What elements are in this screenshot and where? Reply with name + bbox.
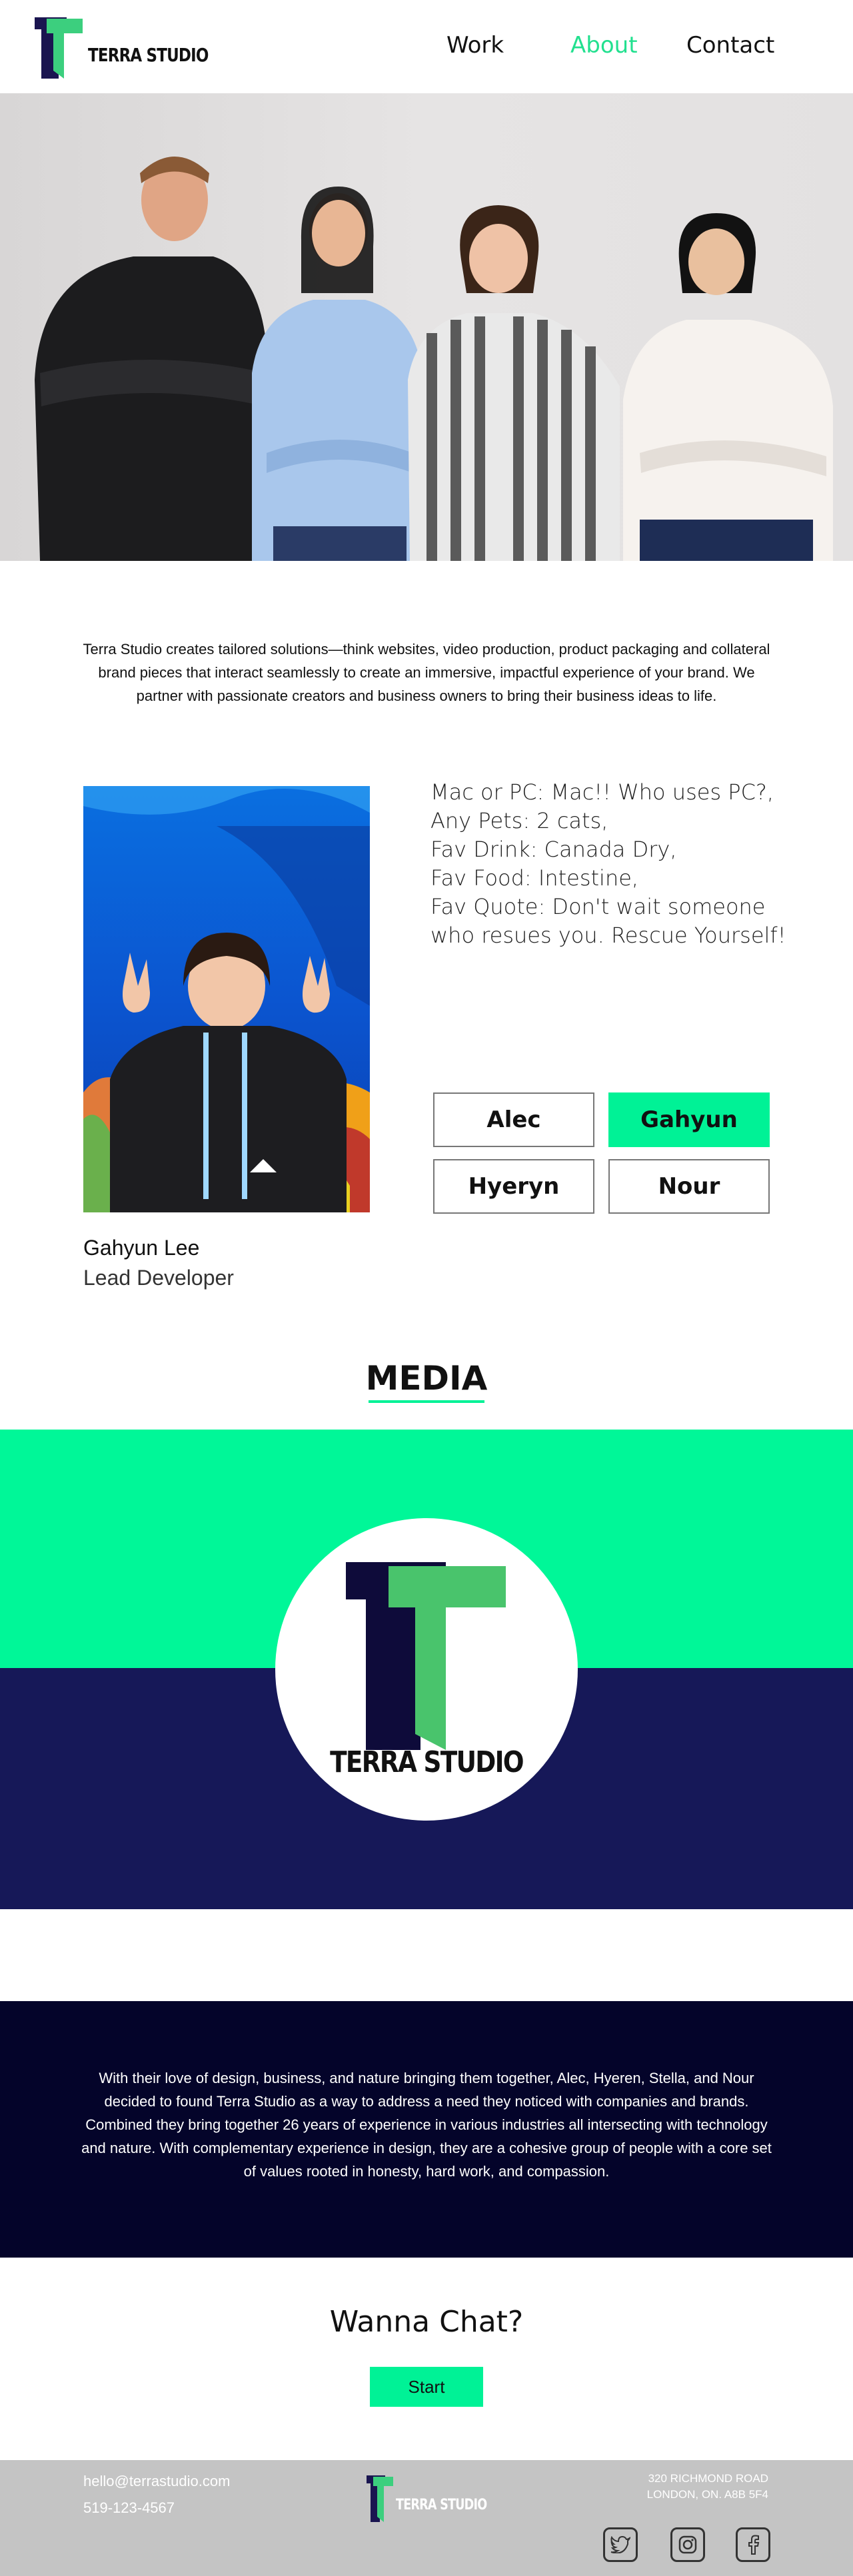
nav-contact[interactable]: Contact bbox=[686, 32, 774, 59]
team-photo-illustration bbox=[35, 157, 833, 561]
media-heading-underline bbox=[369, 1400, 484, 1403]
footer-brand-name: TERRA STUDIO bbox=[396, 2496, 487, 2513]
profile-portrait bbox=[83, 786, 370, 1212]
facebook-icon[interactable] bbox=[736, 2527, 770, 2562]
terra-logo-icon bbox=[35, 17, 83, 79]
portrait-illustration bbox=[83, 786, 370, 1212]
brand-logo[interactable]: TERRA STUDIO bbox=[35, 17, 235, 79]
instagram-glyph bbox=[678, 2535, 697, 2554]
fact-mac-or-pc: Mac or PC: Mac!! Who uses PC?, bbox=[430, 779, 774, 805]
media-logo-text: TERRA STUDIO bbox=[330, 1745, 524, 1779]
fact-food: Fav Food: Intestine, bbox=[430, 865, 639, 891]
nav-about[interactable]: About bbox=[570, 32, 638, 59]
instagram-icon[interactable] bbox=[670, 2527, 705, 2562]
fact-drink: Fav Drink: Canada Dry, bbox=[430, 837, 677, 862]
team-button-hyeryn[interactable]: Hyeryn bbox=[433, 1159, 594, 1214]
fact-pets: Any Pets: 2 cats, bbox=[430, 808, 608, 833]
team-photo bbox=[0, 93, 853, 561]
brand-name: TERRA STUDIO bbox=[88, 43, 209, 66]
footer-logo[interactable]: TERRA STUDIO bbox=[367, 2475, 509, 2522]
about-paragraph: With their love of design, business, and… bbox=[81, 2070, 772, 2180]
footer-phone[interactable]: 519-123-4567 bbox=[83, 2499, 175, 2517]
fact-quote: Fav Quote: Don't wait someone who resues… bbox=[430, 894, 786, 948]
team-button-nour[interactable]: Nour bbox=[608, 1159, 770, 1214]
team-button-gahyun[interactable]: Gahyun bbox=[608, 1092, 770, 1147]
media-heading: MEDIA bbox=[365, 1359, 488, 1398]
nav-work[interactable]: Work bbox=[446, 32, 504, 59]
start-button[interactable]: Start bbox=[370, 2367, 483, 2407]
twitter-glyph bbox=[610, 2536, 630, 2553]
profile-role: Lead Developer bbox=[83, 1266, 234, 1290]
team-button-alec[interactable]: Alec bbox=[433, 1092, 594, 1147]
profile-name: Gahyun Lee bbox=[83, 1236, 200, 1260]
facebook-glyph bbox=[748, 2535, 760, 2555]
footer-terra-logo-icon bbox=[367, 2475, 393, 2522]
footer-email[interactable]: hello@terrastudio.com bbox=[83, 2473, 230, 2490]
footer-address-line2: LONDON, ON. A8B 5F4 bbox=[646, 2488, 768, 2501]
chat-heading: Wanna Chat? bbox=[329, 2305, 524, 2339]
twitter-icon[interactable] bbox=[603, 2527, 638, 2562]
intro-paragraph: Terra Studio creates tailored solutions—… bbox=[83, 641, 770, 704]
profile-facts: Mac or PC: Mac!! Who uses PC?, Any Pets:… bbox=[430, 778, 804, 950]
site-header: TERRA STUDIO Work About Contact bbox=[0, 0, 853, 93]
footer-address-line1: 320 RICHMOND ROAD bbox=[648, 2472, 768, 2485]
